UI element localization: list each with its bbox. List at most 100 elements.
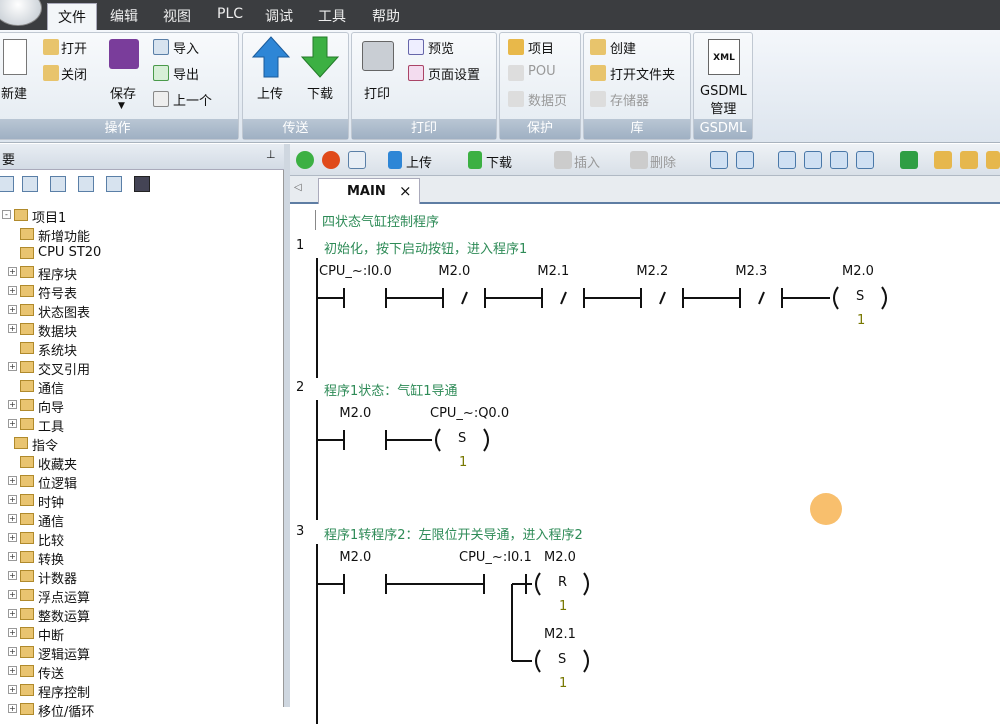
open-button[interactable]: 打开	[61, 38, 87, 57]
menu-tools[interactable]: 工具	[318, 6, 346, 26]
download-arrow-icon[interactable]	[468, 151, 482, 169]
expand-icon[interactable]: +	[8, 267, 17, 276]
toolbar-icon[interactable]	[900, 151, 918, 169]
toolbar-icon[interactable]	[804, 151, 822, 169]
expand-icon[interactable]: +	[8, 571, 17, 580]
tree-item[interactable]: + 程序块	[8, 263, 278, 283]
tab-scroll-left-icon[interactable]: ◁	[294, 182, 302, 193]
insert-button[interactable]: 插入	[574, 152, 600, 171]
menu-plc[interactable]: PLC	[217, 6, 243, 22]
preview-icon[interactable]	[408, 39, 424, 55]
tree-item[interactable]: CPU ST20	[8, 244, 278, 263]
tab-main[interactable]: MAIN ×	[318, 178, 420, 204]
page-setup-button[interactable]: 页面设置	[428, 64, 480, 83]
view-icon[interactable]	[0, 176, 14, 192]
expand-icon[interactable]: +	[8, 362, 17, 371]
tree-item[interactable]: + 计数器	[8, 567, 278, 587]
upload-button[interactable]: 上传	[257, 83, 283, 102]
tree-item[interactable]: + 符号表	[8, 282, 278, 302]
tree-item[interactable]: 系统块	[8, 339, 278, 359]
tree-item[interactable]: + 整数运算	[8, 605, 278, 625]
download-arrow-icon[interactable]	[300, 36, 340, 78]
expand-icon[interactable]: +	[8, 286, 17, 295]
protect-pou-button[interactable]: POU	[528, 64, 556, 79]
tree-item[interactable]: + 转换	[8, 548, 278, 568]
view-icon[interactable]	[22, 176, 38, 192]
compile-icon[interactable]	[348, 151, 366, 169]
expand-icon[interactable]: +	[8, 476, 17, 485]
tree-item[interactable]: 收藏夹	[8, 453, 278, 473]
menu-edit[interactable]: 编辑	[110, 6, 138, 26]
lock-icon[interactable]	[934, 151, 952, 169]
save-button[interactable]: 保存	[110, 83, 136, 102]
gsdml-manage-button[interactable]: GSDML 管理	[700, 83, 747, 119]
stop-icon[interactable]	[322, 151, 340, 169]
export-button[interactable]: 导出	[173, 64, 199, 83]
expand-icon[interactable]: +	[8, 628, 17, 637]
new-file-icon[interactable]	[3, 39, 27, 75]
tab-close-icon[interactable]: ×	[399, 182, 412, 200]
page-setup-icon[interactable]	[408, 65, 424, 81]
collapse-icon[interactable]: -	[2, 210, 11, 219]
protect-data-page-button[interactable]: 数据页	[528, 90, 567, 109]
save-disk-icon[interactable]	[109, 39, 139, 69]
monitor-icon[interactable]	[134, 176, 150, 192]
tree-item[interactable]: + 位逻辑	[8, 472, 278, 492]
view-icon[interactable]	[50, 176, 66, 192]
tree-item[interactable]: + 移位/循环	[8, 700, 278, 720]
open-folder-button[interactable]: 打开文件夹	[610, 64, 675, 83]
tree-item[interactable]: + 状态图表	[8, 301, 278, 321]
memory-button[interactable]: 存储器	[610, 90, 649, 109]
tree-item[interactable]: + 工具	[8, 415, 278, 435]
import-button[interactable]: 导入	[173, 38, 199, 57]
view-icon[interactable]	[106, 176, 122, 192]
expand-icon[interactable]: +	[8, 495, 17, 504]
tree-item[interactable]: + 传送	[8, 662, 278, 682]
expand-icon[interactable]: +	[8, 590, 17, 599]
tree-item[interactable]: - 项目1	[2, 206, 272, 226]
xml-file-icon[interactable]: XML	[708, 39, 740, 75]
upload-arrow-icon[interactable]	[388, 151, 402, 169]
expand-icon[interactable]: +	[8, 666, 17, 675]
toolbar-icon[interactable]	[736, 151, 754, 169]
tree-item[interactable]: + 向导	[8, 396, 278, 416]
new-button[interactable]: 新建	[1, 83, 27, 102]
expand-icon[interactable]: +	[8, 685, 17, 694]
tree-item[interactable]: 新增功能	[8, 225, 278, 245]
expand-icon[interactable]: +	[8, 552, 17, 561]
close-button[interactable]: 关闭	[61, 64, 87, 83]
tree-item[interactable]: + 中断	[8, 624, 278, 644]
lock-icon[interactable]	[986, 151, 1000, 169]
export-icon[interactable]	[153, 65, 169, 81]
upload-arrow-icon[interactable]	[251, 36, 291, 78]
key-icon[interactable]	[508, 39, 524, 55]
previous-icon[interactable]	[153, 91, 169, 107]
preview-button[interactable]: 预览	[428, 38, 454, 57]
protect-project-button[interactable]: 项目	[528, 38, 554, 57]
tree-item[interactable]: + 数据块	[8, 320, 278, 340]
close-folder-icon[interactable]	[43, 65, 59, 81]
tree-item[interactable]: + 交叉引用	[8, 358, 278, 378]
create-library-button[interactable]: 创建	[610, 38, 636, 57]
menu-help[interactable]: 帮助	[372, 6, 400, 26]
previous-button[interactable]: 上一个	[173, 90, 212, 109]
print-button[interactable]: 打印	[364, 83, 390, 102]
expand-icon[interactable]: +	[8, 324, 17, 333]
toolbar-icon[interactable]	[710, 151, 728, 169]
create-library-icon[interactable]	[590, 39, 606, 55]
tree-item[interactable]: 通信	[8, 377, 278, 397]
editor-upload-button[interactable]: 上传	[406, 152, 432, 171]
lock-icon[interactable]	[960, 151, 978, 169]
expand-icon[interactable]: +	[8, 609, 17, 618]
toolbar-icon[interactable]	[778, 151, 796, 169]
chevron-down-icon[interactable]: ▼	[118, 101, 125, 111]
pin-icon[interactable]: ⊥	[266, 148, 276, 161]
expand-icon[interactable]: +	[8, 419, 17, 428]
expand-icon[interactable]: +	[8, 647, 17, 656]
expand-icon[interactable]: +	[8, 514, 17, 523]
expand-icon[interactable]: +	[8, 305, 17, 314]
expand-icon[interactable]: +	[8, 533, 17, 542]
tree-item[interactable]: + 通信	[8, 510, 278, 530]
tree-item[interactable]: + 逻辑运算	[8, 643, 278, 663]
toolbar-icon[interactable]	[830, 151, 848, 169]
